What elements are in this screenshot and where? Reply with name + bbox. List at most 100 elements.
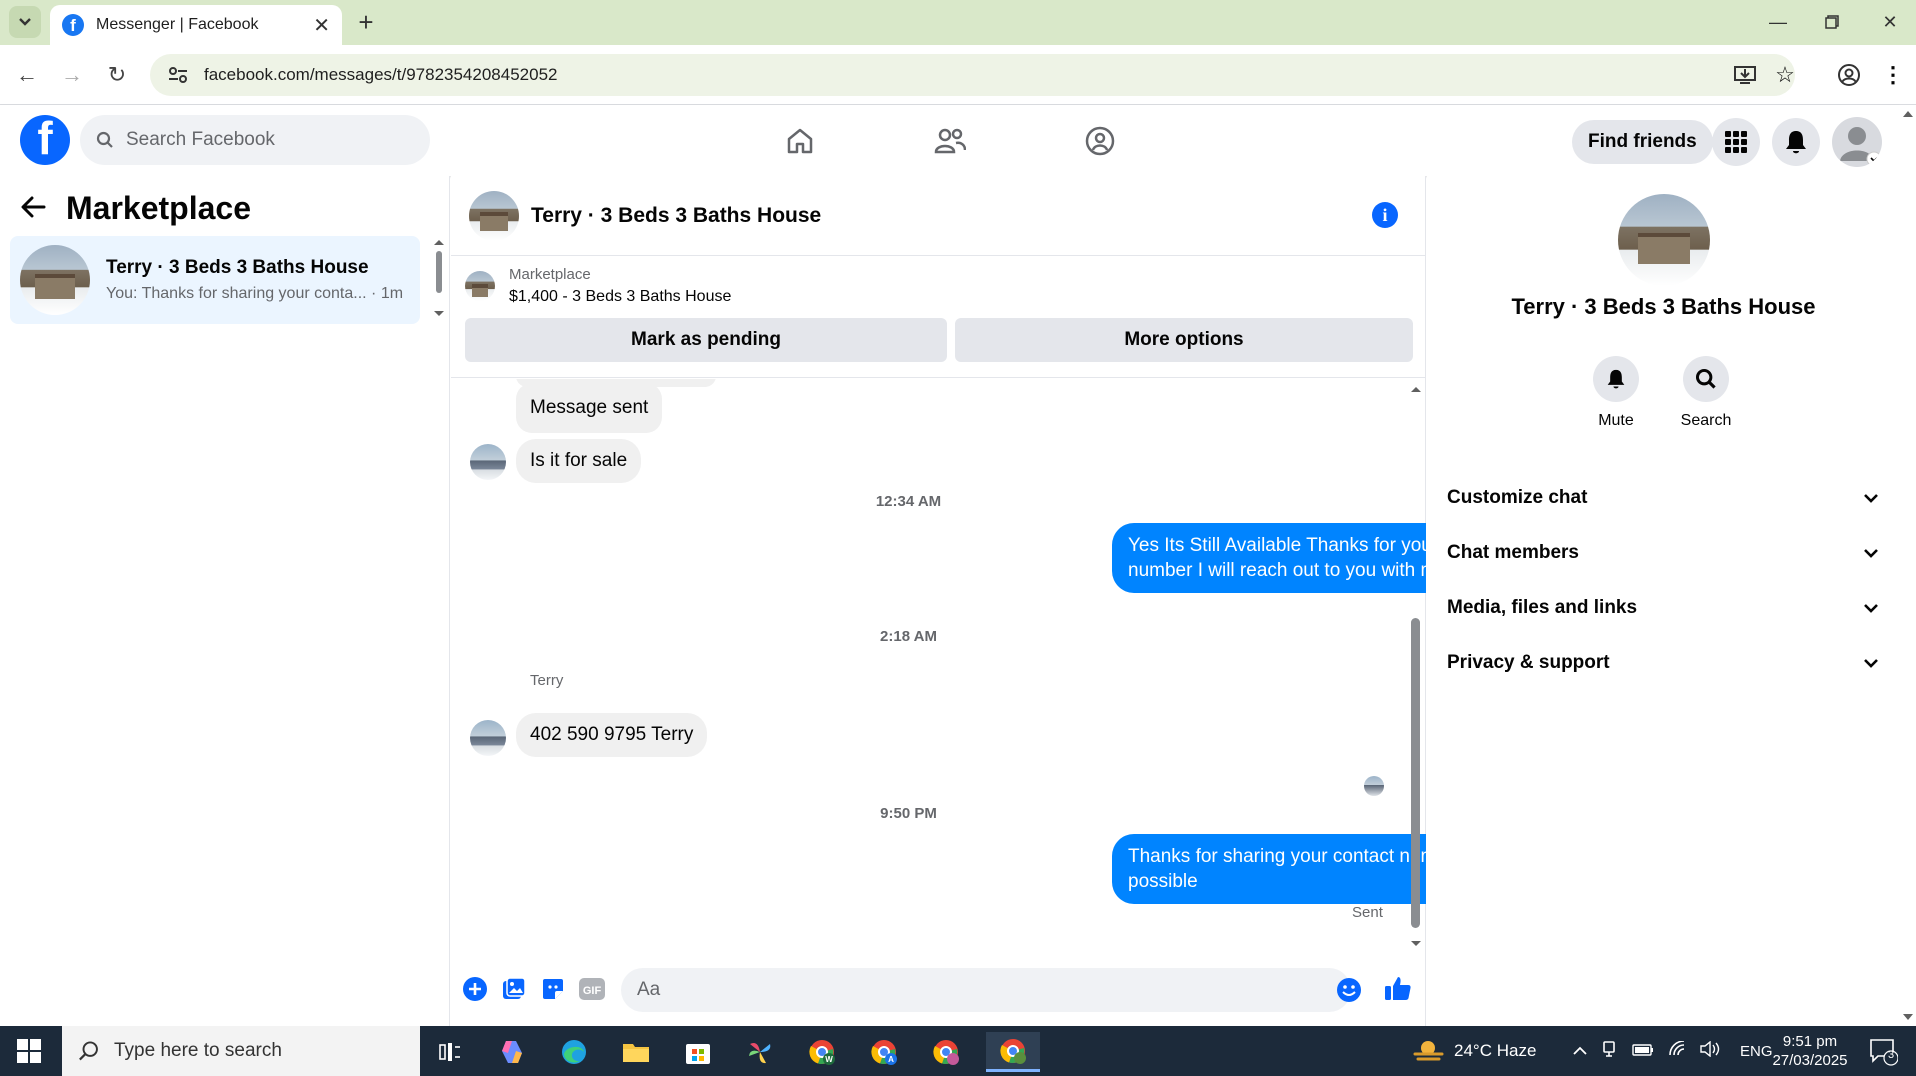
battery-icon[interactable] <box>1632 1041 1654 1061</box>
message-bubble-incoming[interactable]: Is it for sale <box>516 439 642 483</box>
section-label: Privacy & support <box>1447 652 1610 673</box>
microsoft-store-icon[interactable] <box>676 1032 720 1072</box>
copilot-icon[interactable] <box>490 1032 534 1072</box>
sticker-icon[interactable] <box>538 974 568 1004</box>
chat-members-section[interactable]: Chat members <box>1447 531 1887 575</box>
info-icon[interactable]: i <box>1372 202 1398 228</box>
forward-icon[interactable]: → <box>55 58 89 92</box>
privacy-support-section[interactable]: Privacy & support <box>1447 641 1887 685</box>
search-label: Search <box>1680 412 1732 429</box>
account-avatar[interactable] <box>1832 117 1882 167</box>
chrome-active-icon[interactable] <box>986 1032 1040 1072</box>
close-tab-icon[interactable]: ✕ <box>313 13 330 38</box>
search-conversation-button[interactable]: Search <box>1666 356 1746 430</box>
chrome-profile-w-icon[interactable]: W <box>800 1032 844 1072</box>
chat-scrollbar-thumb[interactable] <box>1411 618 1420 928</box>
menu-grid-icon[interactable] <box>1712 118 1760 166</box>
url-text: facebook.com/messages/t/9782354208452052 <box>204 65 558 84</box>
minimize-icon[interactable]: — <box>1758 6 1798 38</box>
page-scrollbar[interactable] <box>1900 105 1916 1026</box>
message-input[interactable] <box>637 979 1277 1001</box>
new-tab-button[interactable]: + <box>350 6 382 38</box>
profile-icon[interactable] <box>1832 58 1866 92</box>
file-explorer-icon[interactable] <box>614 1032 658 1072</box>
message-text: Thanks for sharing your contact number I… <box>1128 846 1426 892</box>
windows-start-icon[interactable] <box>0 1026 58 1076</box>
add-attachment-icon[interactable] <box>460 974 490 1004</box>
volume-icon[interactable] <box>1700 1040 1722 1062</box>
message-composer: GIF <box>451 954 1426 1026</box>
more-options-button[interactable]: More options <box>955 318 1413 362</box>
listing-title: $1,400 - 3 Beds 3 Baths House <box>509 288 732 305</box>
home-icon[interactable] <box>778 119 822 163</box>
mute-button[interactable]: Mute <box>1576 356 1656 430</box>
photo-icon[interactable] <box>499 974 529 1004</box>
profile-picture[interactable] <box>1618 194 1710 286</box>
facebook-search-input[interactable] <box>126 129 386 151</box>
message-bubble-outgoing[interactable]: Yes Its Still Available Thanks for your … <box>1112 523 1426 593</box>
chevron-down-icon <box>1864 604 1878 613</box>
clock[interactable]: 9:51 pm 27/03/2025 <box>1770 1032 1850 1070</box>
find-friends-button[interactable]: Find friends <box>1572 120 1713 164</box>
sender-avatar[interactable] <box>470 444 506 480</box>
mark-as-pending-button[interactable]: Mark as pending <box>465 318 947 362</box>
message-text: Message sent <box>530 397 649 418</box>
windows-taskbar: Type here to search W A 24°C Haze ENG 9:… <box>0 1026 1916 1076</box>
system-tray-icons[interactable]: ENG <box>1572 1026 1773 1076</box>
browser-tab[interactable]: f Messenger | Facebook ✕ <box>50 5 342 45</box>
weather-widget[interactable]: 24°C Haze <box>1412 1026 1536 1076</box>
search-icon <box>96 131 113 148</box>
close-window-icon[interactable]: ✕ <box>1870 6 1910 38</box>
groups-icon[interactable] <box>1078 119 1122 163</box>
wifi-icon[interactable] <box>1668 1039 1688 1062</box>
emoji-icon[interactable] <box>1334 975 1364 1005</box>
gif-icon[interactable]: GIF <box>577 974 607 1004</box>
tab-title: Messenger | Facebook <box>96 16 259 33</box>
back-icon[interactable]: ← <box>10 58 44 92</box>
conversation-list-scrollbar[interactable] <box>432 238 446 318</box>
listing-info[interactable]: Marketplace $1,400 - 3 Beds 3 Baths Hous… <box>465 266 731 306</box>
notification-center-icon[interactable]: 3 <box>1868 1036 1899 1066</box>
conversation-list-panel: Marketplace Terry · 3 Beds 3 Baths House… <box>0 176 450 1026</box>
edge-browser-icon[interactable] <box>552 1032 596 1072</box>
delivery-status: Sent <box>1352 904 1383 921</box>
clock-time: 9:51 pm <box>1782 1033 1838 1050</box>
tab-search-button[interactable] <box>9 6 41 38</box>
back-arrow-icon[interactable] <box>20 192 46 226</box>
app-pinwheel-icon[interactable] <box>738 1032 782 1072</box>
facebook-search-bar[interactable] <box>80 115 430 165</box>
notification-count: 3 <box>1887 1049 1895 1061</box>
media-files-links-section[interactable]: Media, files and links <box>1447 586 1887 630</box>
like-thumbs-up-icon[interactable] <box>1383 973 1413 1003</box>
chrome-profile-a-icon[interactable]: A <box>862 1032 906 1072</box>
chat-title[interactable]: Terry · 3 Beds 3 Baths House <box>531 204 821 228</box>
browser-menu-icon[interactable]: ⋮ <box>1876 58 1910 92</box>
reload-icon[interactable]: ↻ <box>100 58 134 92</box>
task-view-icon[interactable] <box>428 1032 472 1072</box>
restore-icon[interactable] <box>1812 6 1852 38</box>
show-hidden-icons-chevron-icon[interactable] <box>1572 1041 1588 1061</box>
chat-avatar[interactable] <box>469 190 519 241</box>
language-indicator[interactable]: ENG <box>1740 1043 1773 1060</box>
message-bubble-incoming[interactable]: Message sent <box>516 383 663 433</box>
svg-text:W: W <box>825 1055 833 1064</box>
message-input-box[interactable] <box>621 968 1351 1012</box>
site-info-icon[interactable] <box>166 63 190 87</box>
sender-name: Terry <box>530 672 564 689</box>
install-app-icon[interactable] <box>1728 58 1762 92</box>
svg-text:A: A <box>888 1055 894 1064</box>
bookmark-star-icon[interactable]: ☆ <box>1768 58 1802 92</box>
chrome-profile-photo-icon[interactable] <box>924 1032 968 1072</box>
conversation-item[interactable]: Terry · 3 Beds 3 Baths House You: Thanks… <box>10 236 420 324</box>
customize-chat-section[interactable]: Customize chat <box>1447 476 1887 520</box>
taskbar-search-box[interactable]: Type here to search <box>62 1026 420 1076</box>
address-bar[interactable]: facebook.com/messages/t/9782354208452052 <box>150 54 1795 96</box>
message-bubble-outgoing[interactable]: Thanks for sharing your contact number I… <box>1112 834 1426 904</box>
message-bubble-incoming[interactable]: 402 590 9795 Terry <box>516 713 708 757</box>
browser-toolbar: ← → ↻ facebook.com/messages/t/9782354208… <box>0 45 1916 105</box>
sender-avatar[interactable] <box>470 720 506 756</box>
friends-icon[interactable] <box>928 119 972 163</box>
notifications-bell-icon[interactable] <box>1772 118 1820 166</box>
meet-now-icon[interactable] <box>1602 1040 1618 1063</box>
facebook-logo[interactable]: f <box>20 115 70 165</box>
